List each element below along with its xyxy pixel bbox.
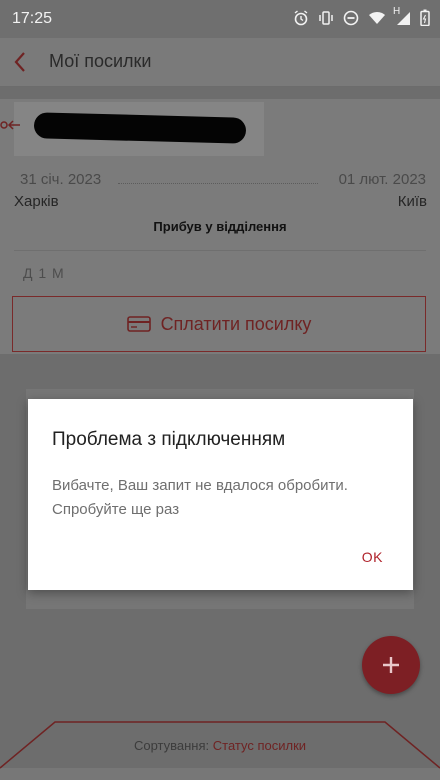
alarm-icon: [293, 9, 309, 26]
back-arrow-icon: [14, 52, 25, 72]
package-type: Д 1 М: [23, 265, 65, 281]
dialog-title: Проблема з підключенням: [52, 429, 286, 450]
plus-icon: [383, 657, 399, 673]
status-time: 17:25: [12, 10, 53, 27]
signal-icon: H: [393, 6, 411, 26]
dnd-icon: [343, 10, 359, 26]
parcel-status: Прибув у відділення: [153, 219, 287, 234]
dialog-message: Вибачте, Ваш запит не вдалося обробити. …: [52, 477, 348, 518]
app-bar: Мої посилки: [0, 38, 440, 87]
pay-parcel-button[interactable]: Сплатити посилку: [12, 296, 426, 352]
origin-city: Харків: [14, 193, 59, 210]
connection-error-dialog: Проблема з підключенням Вибачте, Ваш зап…: [28, 399, 413, 590]
route-line: [118, 183, 318, 184]
incoming-parcel-icon: [0, 120, 20, 130]
sort-label: Сортування:: [133, 738, 213, 753]
card-divider: [14, 250, 426, 251]
vibrate-icon: [318, 10, 334, 26]
redaction-bar: [33, 112, 247, 144]
status-bar: 17:25 H: [0, 0, 440, 38]
redacted-parcel-number: [14, 102, 264, 156]
wifi-icon: [368, 10, 386, 26]
arrival-date: 01 лют. 2023: [338, 171, 426, 188]
network-type-label: H: [393, 5, 401, 17]
add-parcel-button[interactable]: [362, 636, 420, 694]
card-icon: [126, 316, 151, 332]
status-icons: H: [293, 6, 430, 26]
sort-text: Сортування: Статус посилки: [0, 738, 440, 753]
back-button[interactable]: [8, 47, 38, 77]
departure-date: 31 січ. 2023: [20, 171, 102, 188]
page-title: Мої посилки: [49, 51, 152, 71]
pay-parcel-label: Сплатити посилку: [160, 313, 312, 334]
sort-panel[interactable]: Сортування: Статус посилки: [0, 720, 440, 780]
destination-city: Київ: [397, 193, 427, 210]
ok-button[interactable]: OK: [362, 549, 383, 565]
sort-value[interactable]: Статус посилки: [213, 738, 306, 753]
battery-icon: [420, 9, 430, 26]
parcel-card[interactable]: 31 січ. 2023 01 лют. 2023 Харків Київ Пр…: [0, 99, 440, 354]
